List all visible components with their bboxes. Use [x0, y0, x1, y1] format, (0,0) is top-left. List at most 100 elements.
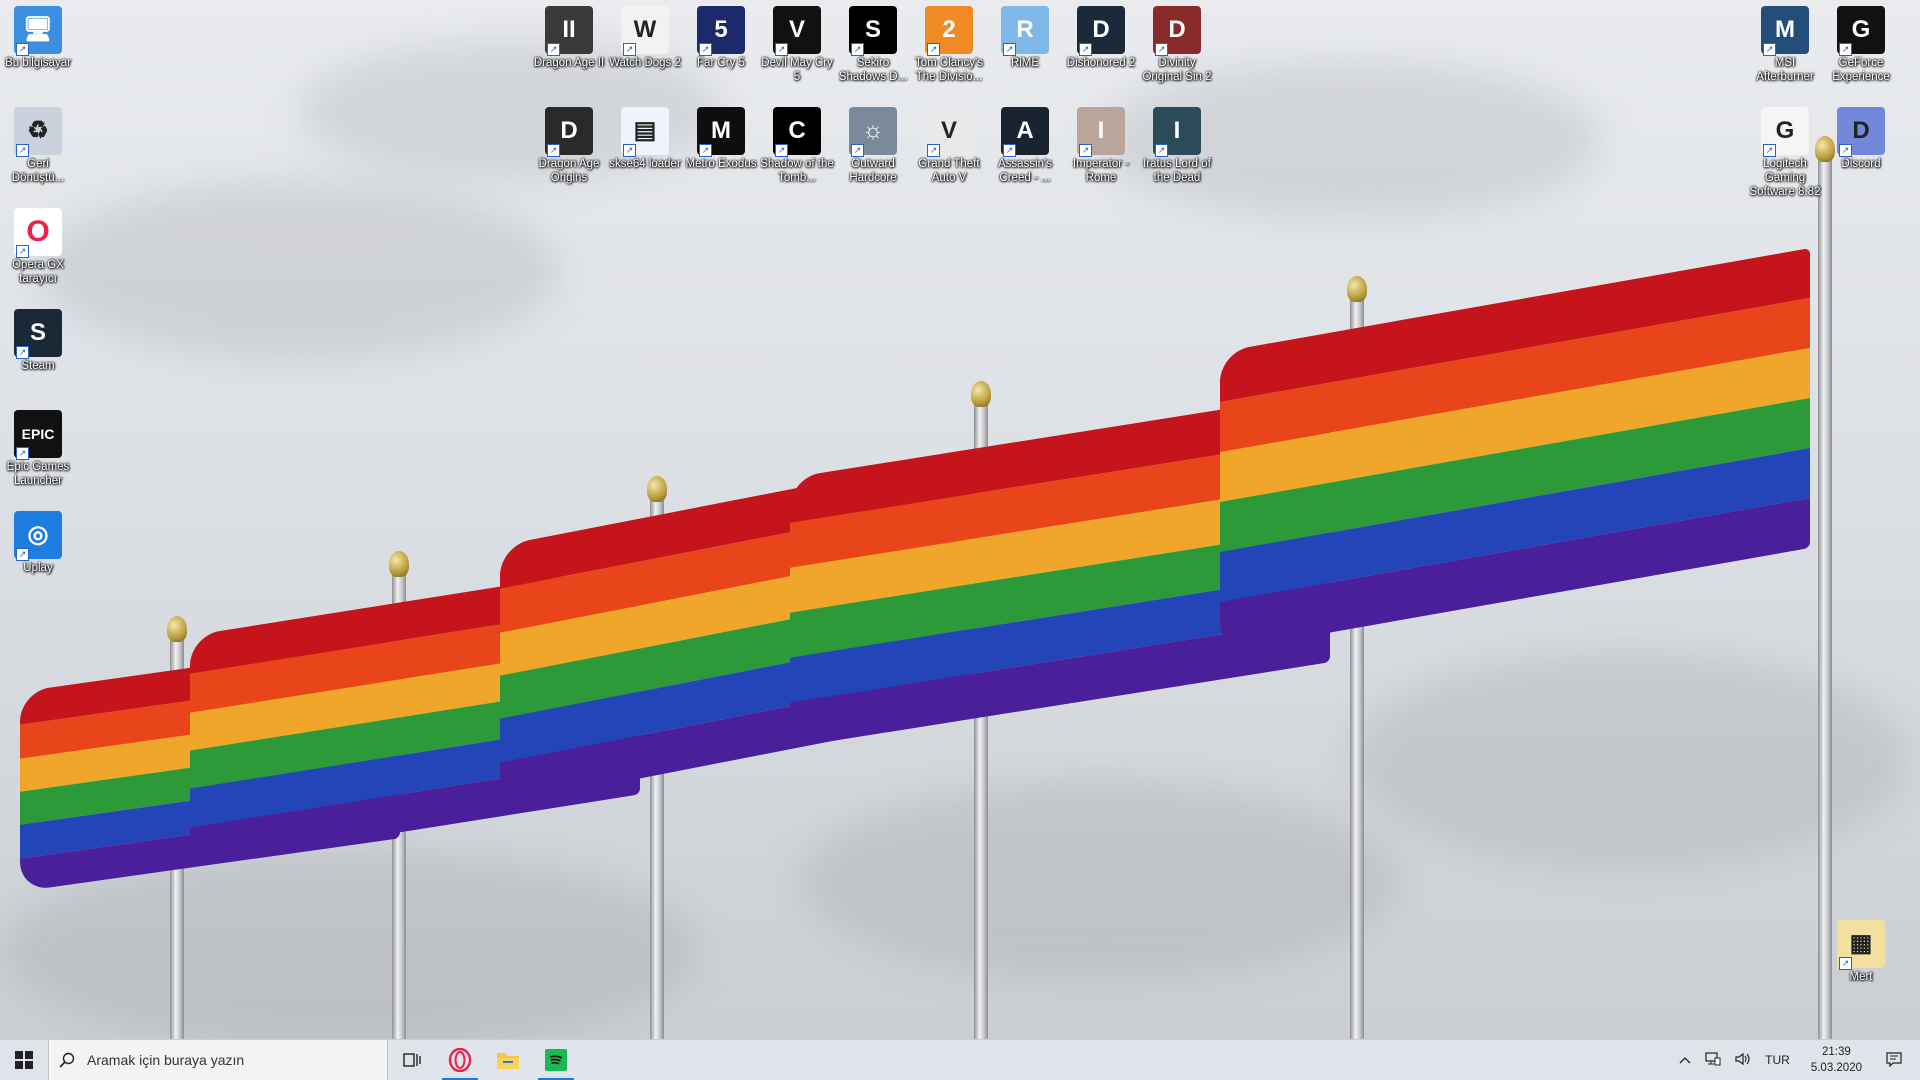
taskbar-file-explorer[interactable] — [484, 1040, 532, 1080]
chevron-up-icon[interactable] — [1672, 1053, 1698, 1067]
rainbow-flag — [1220, 247, 1810, 652]
start-button[interactable] — [0, 1040, 48, 1080]
flagpole-finial — [971, 381, 991, 407]
taskbar-spotify[interactable] — [532, 1040, 580, 1080]
volume-icon[interactable] — [1728, 1052, 1758, 1069]
sekiro-icon: S ↗ — [849, 6, 897, 56]
skse64-loader-icon: ▤ ↗ — [621, 107, 669, 157]
shortcut-arrow-icon: ↗ — [16, 346, 29, 359]
desktop-icon-label: Steam — [21, 360, 55, 372]
outward-icon: ☼ ↗ — [849, 107, 897, 157]
shortcut-arrow-icon: ↗ — [927, 43, 940, 56]
desktop-icon-label: Uplay — [23, 562, 53, 574]
desktop-icon-label: Grand Theft Auto V — [918, 158, 980, 184]
flagpole-finial — [647, 476, 667, 502]
desktop-icon-logitech[interactable]: G ↗ Logitech Gaming Software 8.82 — [1747, 107, 1823, 199]
the-division-2-icon: 2 ↗ — [925, 6, 973, 56]
dishonored-2-icon: D ↗ — [1077, 6, 1125, 56]
shortcut-arrow-icon: ↗ — [16, 447, 29, 460]
shortcut-arrow-icon: ↗ — [1155, 144, 1168, 157]
desktop-icon-label: Assassin's Creed - ... — [998, 158, 1052, 184]
desktop-icon-uplay[interactable]: ◎ ↗ Uplay — [0, 511, 76, 575]
desktop-icon-divinity-os2[interactable]: D ↗ Divinity Original Sin 2 — [1139, 6, 1215, 84]
desktop-icon-label: Epic Games Launcher — [6, 461, 70, 487]
shortcut-arrow-icon: ↗ — [16, 548, 29, 561]
language-indicator[interactable]: TUR — [1758, 1053, 1797, 1067]
desktop-icon-sekiro[interactable]: S ↗ Sekiro Shadows D... — [835, 6, 911, 84]
desktop-icon-shadow-tomb-raider[interactable]: C ↗ Shadow of the Tomb... — [759, 107, 835, 185]
imperator-rome-icon: I ↗ — [1077, 107, 1125, 157]
desktop-icon-label: Dragon Age Origins — [538, 158, 600, 184]
desktop-icon-dragon-age-origins[interactable]: D ↗ Dragon Age Origins — [531, 107, 607, 185]
iratus-icon: I ↗ — [1153, 107, 1201, 157]
desktop-wallpaper: 🖥 ↗ Bu bilgisayar ♻ ↗ Geri Dönüştü... O ↗ Opera … — [0, 0, 1920, 1040]
search-box[interactable]: Aramak için buraya yazın — [48, 1040, 388, 1080]
desktop-icon-watch-dogs-2[interactable]: W ↗ Watch Dogs 2 — [607, 6, 683, 70]
shadow-tomb-raider-icon: C ↗ — [773, 107, 821, 157]
shortcut-arrow-icon: ↗ — [1155, 43, 1168, 56]
task-view-button[interactable] — [388, 1040, 436, 1080]
desktop-icon-far-cry-5[interactable]: 5 ↗ Far Cry 5 — [683, 6, 759, 70]
desktop-icon-assassins-creed[interactable]: A ↗ Assassin's Creed - ... — [987, 107, 1063, 185]
spotify-icon — [545, 1049, 567, 1071]
desktop-icon-outward[interactable]: ☼ ↗ Outward Hardcore — [835, 107, 911, 185]
dragon-age-origins-icon: D ↗ — [545, 107, 593, 157]
desktop-icon-discord[interactable]: D ↗ Discord — [1823, 107, 1899, 171]
desktop-icon-label: Divinity Original Sin 2 — [1142, 57, 1212, 83]
desktop-icon-iratus[interactable]: I ↗ Iratus Lord of the Dead — [1139, 107, 1215, 185]
desktop-icon-the-division-2[interactable]: 2 ↗ Tom Clancy's The Divisio... — [911, 6, 987, 84]
network-icon[interactable] — [1698, 1051, 1728, 1069]
taskbar-opera-gx[interactable] — [436, 1040, 484, 1080]
desktop-icon-metro-exodus[interactable]: M ↗ Metro Exodus — [683, 107, 759, 171]
flagpole — [1818, 160, 1832, 1040]
devil-may-cry-5-icon: V ↗ — [773, 6, 821, 56]
desktop-icon-rime[interactable]: R ↗ RiME — [987, 6, 1063, 70]
shortcut-arrow-icon: ↗ — [775, 144, 788, 157]
desktop-icon-imperator-rome[interactable]: I ↗ Imperator - Rome — [1063, 107, 1139, 185]
flagpole-finial — [389, 551, 409, 577]
shortcut-arrow-icon: ↗ — [1079, 144, 1092, 157]
flagpole-finial — [1347, 276, 1367, 302]
desktop-icon-steam[interactable]: S ↗ Steam — [0, 309, 76, 373]
folder-icon — [497, 1053, 519, 1069]
desktop-icon-dragon-age-2[interactable]: II ↗ Dragon Age II — [531, 6, 607, 70]
shortcut-arrow-icon: ↗ — [1763, 43, 1776, 56]
clock[interactable]: 21:39 5.03.2020 — [1797, 1044, 1876, 1076]
desktop-icon-geforce-experience[interactable]: G ↗ GeForce Experience — [1823, 6, 1899, 84]
shortcut-arrow-icon: ↗ — [851, 144, 864, 157]
desktop-icon-winrar-archive[interactable]: ▦ ↗ Mert — [1823, 920, 1899, 984]
desktop-icon-gta-v[interactable]: V ↗ Grand Theft Auto V — [911, 107, 987, 185]
geforce-experience-icon: G ↗ — [1837, 6, 1885, 56]
desktop-icon-computer[interactable]: 🖥 ↗ Bu bilgisayar — [0, 6, 76, 70]
shortcut-arrow-icon: ↗ — [547, 144, 560, 157]
desktop-icon-label: Metro Exodus — [685, 158, 757, 170]
desktop-icon-label: Outward Hardcore — [849, 158, 897, 184]
desktop-icon-dishonored-2[interactable]: D ↗ Dishonored 2 — [1063, 6, 1139, 70]
recycle-bin-icon: ♻ ↗ — [14, 107, 62, 157]
assassins-creed-icon: A ↗ — [1001, 107, 1049, 157]
desktop-icon-label: Logitech Gaming Software 8.82 — [1749, 158, 1821, 198]
desktop-icon-opera-gx[interactable]: O ↗ Opera GX tarayıcı — [0, 208, 76, 286]
desktop-icon-label: Bu bilgisayar — [5, 57, 71, 69]
watch-dogs-2-icon: W ↗ — [621, 6, 669, 56]
desktop-icon-devil-may-cry-5[interactable]: V ↗ Devil May Cry 5 — [759, 6, 835, 84]
shortcut-arrow-icon: ↗ — [1003, 43, 1016, 56]
msi-afterburner-icon: M ↗ — [1761, 6, 1809, 56]
winrar-archive-icon: ▦ ↗ — [1837, 920, 1885, 970]
shortcut-arrow-icon: ↗ — [16, 43, 29, 56]
shortcut-arrow-icon: ↗ — [1839, 43, 1852, 56]
shortcut-arrow-icon: ↗ — [547, 43, 560, 56]
desktop-icon-msi-afterburner[interactable]: M ↗ MSI Afterburner — [1747, 6, 1823, 84]
metro-exodus-icon: M ↗ — [697, 107, 745, 157]
notification-icon[interactable] — [1876, 1051, 1920, 1070]
computer-icon: 🖥 ↗ — [14, 6, 62, 56]
shortcut-arrow-icon: ↗ — [1003, 144, 1016, 157]
clock-date: 5.03.2020 — [1810, 1062, 1862, 1074]
desktop-icon-label: Iratus Lord of the Dead — [1143, 158, 1211, 184]
clock-time: 21:39 — [1822, 1046, 1851, 1058]
desktop-icon-skse64-loader[interactable]: ▤ ↗ skse64 loader — [607, 107, 683, 171]
desktop-icon-recycle-bin[interactable]: ♻ ↗ Geri Dönüştü... — [0, 107, 76, 185]
desktop-icon-label: skse64 loader — [609, 158, 681, 170]
shortcut-arrow-icon: ↗ — [1839, 957, 1852, 970]
desktop-icon-epic-games[interactable]: EPIC ↗ Epic Games Launcher — [0, 410, 76, 488]
